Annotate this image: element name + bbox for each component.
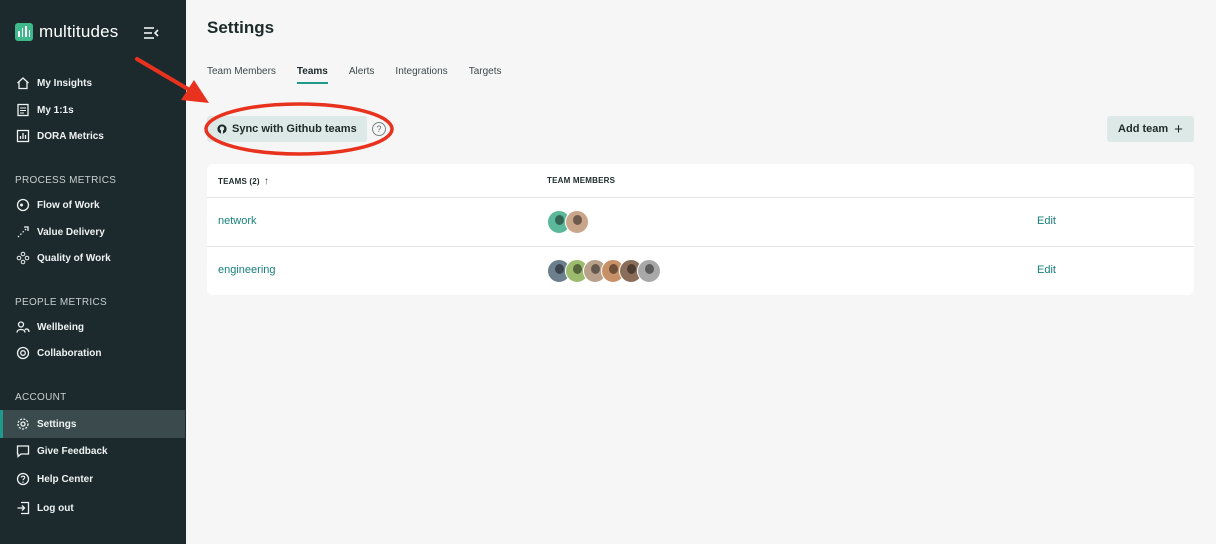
sidebar-item-log-out[interactable]: Log out [0, 495, 186, 521]
collaboration-icon [16, 346, 30, 360]
section-title-people-metrics: PEOPLE METRICS [15, 297, 107, 308]
brand-name: multitudes [39, 22, 119, 41]
edit-team-link[interactable]: Edit [1037, 264, 1056, 276]
chat-icon [16, 445, 30, 458]
sidebar-item-value-delivery[interactable]: Value Delivery [0, 219, 186, 245]
sidebar-item-dora-metrics[interactable]: DORA Metrics [0, 123, 186, 149]
multitudes-logo-icon [15, 23, 33, 41]
sidebar-item-label: Value Delivery [37, 226, 105, 238]
sidebar-item-wellbeing[interactable]: Wellbeing [0, 314, 186, 340]
wellbeing-icon [16, 321, 30, 333]
sidebar-item-label: My 1:1s [37, 104, 74, 116]
sidebar-item-settings[interactable]: Settings [0, 410, 185, 438]
sidebar-item-label: Log out [37, 502, 74, 514]
sidebar-item-flow-of-work[interactable]: Flow of Work [0, 192, 186, 218]
brand[interactable]: multitudes [15, 22, 118, 42]
edit-team-link[interactable]: Edit [1037, 215, 1056, 227]
section-title-account: ACCOUNT [15, 392, 67, 403]
sidebar-item-give-feedback[interactable]: Give Feedback [0, 438, 186, 464]
add-team-button[interactable]: Add team + [1107, 116, 1194, 142]
logout-icon [17, 501, 30, 515]
sidebar-item-label: Quality of Work [37, 252, 111, 264]
section-title-process-metrics: PROCESS METRICS [15, 175, 117, 186]
sidebar-item-label: My Insights [37, 77, 93, 89]
tab-alerts[interactable]: Alerts [349, 66, 375, 84]
sidebar-item-label: Flow of Work [37, 199, 100, 211]
team-member-avatars [547, 210, 589, 234]
sidebar-item-collaboration[interactable]: Collaboration [0, 340, 186, 366]
team-name-link[interactable]: network [218, 215, 257, 227]
sidebar-item-quality-of-work[interactable]: Quality of Work [0, 245, 186, 271]
settings-tabs: Team Members Teams Alerts Integrations T… [207, 66, 501, 84]
sidebar-item-my-insights[interactable]: My Insights [0, 70, 186, 96]
gear-icon [17, 418, 29, 430]
sidebar-item-my-1-1s[interactable]: My 1:1s [0, 97, 186, 123]
column-header-teams-label: TEAMS (2) [218, 177, 260, 186]
help-icon [16, 472, 30, 486]
tab-integrations[interactable]: Integrations [395, 66, 447, 84]
add-team-label: Add team [1118, 123, 1169, 135]
sidebar-item-label: Give Feedback [37, 445, 108, 457]
sync-github-teams-label: Sync with Github teams [232, 123, 357, 135]
column-header-team-members: TEAM MEMBERS [547, 176, 616, 185]
sort-ascending-icon[interactable]: ↑ [264, 176, 269, 187]
help-circle-icon[interactable]: ? [372, 122, 386, 136]
column-header-teams[interactable]: TEAMS (2) ↑ [218, 176, 269, 187]
tab-team-members[interactable]: Team Members [207, 66, 276, 84]
sidebar-item-help-center[interactable]: Help Center [0, 466, 186, 492]
sidebar-item-label: Settings [37, 418, 77, 430]
home-icon [17, 77, 29, 90]
team-member-avatars [547, 259, 661, 283]
tab-targets[interactable]: Targets [469, 66, 502, 84]
avatar [565, 210, 589, 234]
table-row: engineering Edit [207, 247, 1194, 296]
flow-icon [16, 198, 30, 212]
quality-icon [16, 251, 30, 265]
table-row: network Edit [207, 198, 1194, 247]
avatar [637, 259, 661, 283]
bar-chart-icon [16, 129, 30, 143]
sync-github-teams-button[interactable]: Sync with Github teams [207, 116, 367, 142]
table-header: TEAMS (2) ↑ TEAM MEMBERS [207, 164, 1194, 198]
page-title: Settings [207, 18, 275, 37]
sidebar-item-label: DORA Metrics [37, 130, 104, 142]
sidebar-item-label: Wellbeing [37, 321, 85, 333]
collapse-sidebar-icon[interactable] [143, 26, 159, 40]
team-name-link[interactable]: engineering [218, 264, 276, 276]
sidebar: multitudes My Insights My 1:1s DORA Metr… [0, 0, 186, 544]
sidebar-item-label: Collaboration [37, 347, 102, 359]
sidebar-item-label: Help Center [37, 473, 94, 485]
tab-teams[interactable]: Teams [296, 66, 328, 84]
value-icon [17, 226, 29, 238]
plus-icon: + [1174, 120, 1183, 138]
teams-table: TEAMS (2) ↑ TEAM MEMBERS network Edit eng… [207, 164, 1194, 295]
notes-icon [17, 103, 29, 117]
github-icon [217, 124, 227, 134]
